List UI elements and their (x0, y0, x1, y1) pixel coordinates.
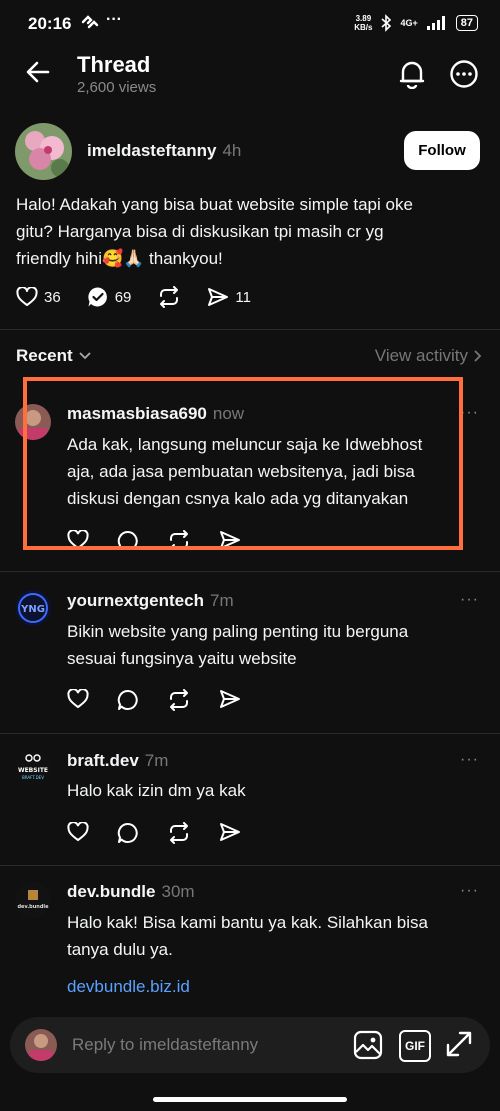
repost-icon[interactable] (167, 689, 191, 711)
reply-actions (67, 689, 241, 711)
post-text: Halo! Adakah yang bisa buat website simp… (16, 191, 486, 272)
comment-icon[interactable] (117, 822, 139, 844)
reply-more-icon[interactable]: ··· (460, 751, 479, 769)
heart-icon[interactable] (16, 287, 38, 307)
heart-icon[interactable] (67, 822, 89, 844)
reply-input-bar[interactable]: Reply to imeldasteftanny GIF (10, 1017, 490, 1073)
reply-time: 7m (144, 751, 169, 770)
svg-text:YNG: YNG (20, 604, 45, 615)
comment-icon[interactable] (117, 689, 139, 711)
reply-link[interactable]: devbundle.biz.id (67, 977, 190, 997)
reply-text-line: Halo kak! Bisa kami bantu ya kak. Silahk… (67, 913, 428, 932)
send-icon[interactable] (207, 287, 229, 307)
notification-bell-icon[interactable] (398, 59, 426, 89)
reply-author[interactable]: braft.dev 7m (67, 751, 168, 771)
divider (0, 865, 500, 866)
reply-username[interactable]: braft.dev (67, 751, 139, 770)
more-notifications-icon: ··· (106, 11, 122, 28)
status-bar: 20:16 ··· 3.89 KB/s 4G+ 87 (0, 0, 500, 46)
divider (0, 329, 500, 330)
reply-author[interactable]: dev.bundle 30m (67, 882, 195, 902)
reply-avatar[interactable]: YNG (15, 590, 51, 626)
like-stat[interactable]: 36 (16, 287, 61, 307)
page-title: Thread (77, 52, 151, 77)
reply-bubble-icon[interactable] (87, 286, 109, 308)
svg-text:WEBSITE: WEBSITE (18, 767, 48, 774)
reply-text: Halo kak! Bisa kami bantu ya kak. Silahk… (67, 909, 487, 963)
heart-icon[interactable] (67, 689, 89, 711)
speed-value: 3.89 (355, 14, 372, 23)
post-username[interactable]: imeldasteftanny (87, 141, 216, 160)
reply-avatar[interactable]: WEBSITE BRAFT.DEV (15, 750, 51, 786)
signal-icon (426, 15, 448, 31)
battery-level: 87 (455, 15, 478, 31)
reply-avatar[interactable]: dev.bundle (15, 882, 51, 918)
post-text-line: gitu? Harganya bisa di diskusikan tpi ma… (16, 222, 384, 241)
reply-text-line: sesuai fungsinya yaitu website (67, 649, 297, 668)
like-count: 36 (44, 288, 61, 306)
expand-icon[interactable] (445, 1030, 473, 1058)
reply-count: 69 (114, 288, 132, 306)
reply-author[interactable]: yournextgentech 7m (67, 591, 234, 611)
repost-icon[interactable] (167, 822, 191, 844)
post-author[interactable]: imeldasteftanny 4h (87, 141, 241, 161)
reply-time: 30m (161, 882, 195, 901)
view-activity-label: View activity (374, 346, 468, 365)
view-count: 2,600 views (77, 79, 157, 96)
reply-username[interactable]: yournextgentech (67, 591, 204, 610)
chevron-down-icon (79, 352, 91, 360)
author-avatar[interactable] (15, 123, 72, 180)
back-arrow-icon[interactable] (26, 60, 50, 84)
follow-button[interactable]: Follow (404, 131, 480, 170)
bluetooth-icon (380, 14, 392, 32)
send-icon[interactable] (219, 822, 241, 844)
svg-text:dev.bundle: dev.bundle (17, 904, 49, 910)
repost-icon[interactable] (157, 286, 181, 308)
reply-more-icon[interactable]: ··· (460, 882, 479, 900)
reply-more-icon[interactable]: ··· (460, 591, 479, 609)
gif-label: GIF (405, 1039, 425, 1053)
my-avatar (25, 1029, 57, 1061)
sort-dropdown[interactable]: Recent (16, 346, 91, 366)
post-time: 4h (222, 141, 242, 160)
image-icon[interactable] (353, 1030, 383, 1060)
post-text-line: Halo! Adakah yang bisa buat website simp… (16, 195, 413, 214)
divider (0, 733, 500, 734)
highlight-box (23, 377, 463, 550)
replies-header: Recent View activity (16, 346, 482, 366)
reply-text-line: tanya dulu ya. (67, 940, 173, 959)
send-icon[interactable] (219, 689, 241, 711)
gif-button[interactable]: GIF (399, 1030, 431, 1062)
reply-username[interactable]: dev.bundle (67, 882, 155, 901)
reply-input-placeholder[interactable]: Reply to imeldasteftanny (72, 1035, 258, 1055)
svg-text:BRAFT.DEV: BRAFT.DEV (22, 775, 44, 780)
reply-stat[interactable]: 69 (87, 286, 132, 308)
speed-unit: KB/s (354, 23, 373, 32)
reply-text: Halo kak izin dm ya kak (67, 777, 487, 804)
network-speed: 3.89 KB/s (354, 14, 372, 32)
post-text-line: friendly hihi🥰🙏🏻 thankyou! (16, 249, 223, 268)
more-options-icon[interactable] (450, 60, 478, 88)
repost-stat[interactable] (157, 286, 181, 308)
network-type: 4G+ (400, 18, 418, 28)
divider (0, 571, 500, 572)
sort-label: Recent (16, 346, 73, 365)
reply-text-line: Halo kak izin dm ya kak (67, 781, 246, 800)
reply-text: Bikin website yang paling penting itu be… (67, 618, 487, 672)
chevron-right-icon (474, 350, 482, 362)
status-right: 3.89 KB/s 4G+ 87 (354, 14, 478, 32)
reply-actions (67, 822, 241, 844)
reply-time: 7m (209, 591, 234, 610)
status-time: 20:16 (28, 14, 72, 33)
view-activity-link[interactable]: View activity (375, 346, 482, 366)
post-stats: 36 69 11 (16, 286, 277, 308)
home-indicator[interactable] (153, 1097, 347, 1102)
share-stat[interactable]: 11 (207, 287, 251, 307)
share-count: 11 (235, 288, 251, 306)
reply-text-line: Bikin website yang paling penting itu be… (67, 622, 409, 641)
app-notification-icon (80, 13, 100, 31)
